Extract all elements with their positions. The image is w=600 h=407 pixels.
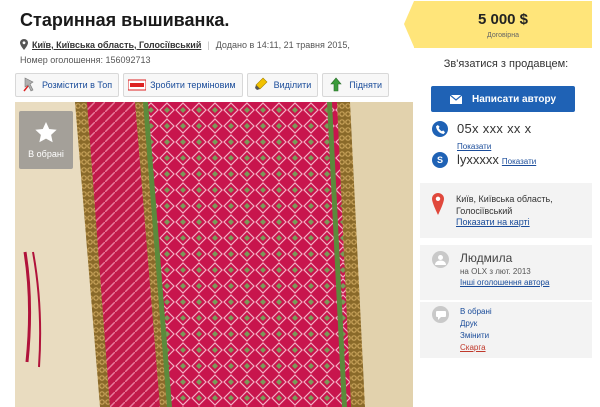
links-panel: В обрані Друк Змінити Скарга (420, 302, 592, 358)
listing-photo[interactable] (15, 102, 413, 407)
seller-panel: Людмила на OLX з лют. 2013 Інші оголошен… (420, 245, 592, 300)
skype-icon: S (432, 152, 448, 168)
listing-title: Старинная вышиванка. (20, 10, 230, 30)
highlighter-icon (252, 76, 270, 94)
write-author-label: Написати автору (471, 93, 557, 105)
price-box: 5 000 $ Договірна (404, 1, 592, 48)
price-negotiable: Договірна (487, 32, 519, 39)
chat-icon (432, 306, 449, 323)
listing-meta: Київ, Київська область, Голосіївський | … (20, 39, 350, 50)
map-marker-icon (432, 193, 444, 215)
location-pin-icon (20, 39, 28, 50)
raise-button[interactable]: Підняти (322, 73, 390, 97)
location-panel: Київ, Київська область, Голосіївський По… (420, 183, 592, 238)
favorites-link[interactable]: В обрані (460, 306, 492, 318)
favorites-label: В обрані (28, 148, 64, 159)
seller-name: Людмила (460, 251, 513, 265)
location-link[interactable]: Київ, Київська область, Голосіївський (32, 40, 201, 50)
phone-row: 05x xxx xx x Показати (432, 121, 531, 154)
promo-actions: Розмістити в Топ Зробити терміновим Виді… (15, 73, 390, 97)
promote-top-label: Розмістити в Топ (42, 80, 113, 90)
ad-number: Номер оголошення: 156092713 (20, 55, 151, 65)
make-urgent-label: Зробити терміновим (150, 80, 236, 90)
price-amount: 5 000 $ (477, 11, 529, 28)
highlight-button[interactable]: Виділити (246, 73, 319, 97)
show-phone-link[interactable]: Показати (457, 142, 491, 151)
skype-name: lyxxxxx (457, 152, 499, 167)
highlight-label: Виділити (273, 80, 312, 90)
other-ads-link[interactable]: Інші оголошення автора (460, 278, 549, 287)
write-author-button[interactable]: Написати автору (431, 86, 575, 112)
print-link[interactable]: Друк (460, 318, 492, 330)
edit-link[interactable]: Змінити (460, 330, 492, 342)
user-icon (435, 255, 446, 265)
show-skype-link[interactable]: Показати (502, 157, 536, 166)
city-line2: Голосіївський (456, 206, 513, 216)
complain-link[interactable]: Скарга (460, 342, 492, 354)
star-icon (35, 121, 57, 142)
skype-row: S lyxxxxx Показати (432, 152, 536, 168)
phone-icon (432, 121, 448, 137)
phone-number: 05x xxx xx x (457, 121, 532, 136)
show-on-map-link[interactable]: Показати на карті (456, 217, 553, 227)
urgent-icon (128, 76, 147, 94)
envelope-icon (449, 94, 462, 104)
seller-since: на OLX з лют. 2013 (460, 267, 531, 276)
raise-icon (327, 76, 345, 94)
contact-title: Зв'язатися з продавцем: (443, 58, 569, 70)
promote-top-button[interactable]: Розмістити в Топ (15, 73, 120, 97)
divider: | (207, 39, 210, 50)
raise-label: Підняти (349, 80, 383, 90)
pin-icon (20, 76, 38, 94)
add-to-favorites-button[interactable]: В обрані (19, 111, 73, 169)
added-date: Додано в 14:11, 21 травня 2015, (215, 39, 350, 50)
avatar (432, 251, 449, 268)
make-urgent-button[interactable]: Зробити терміновим (123, 73, 243, 97)
embroidery-photo (15, 102, 413, 407)
city-line1: Київ, Київська область, (456, 194, 553, 204)
